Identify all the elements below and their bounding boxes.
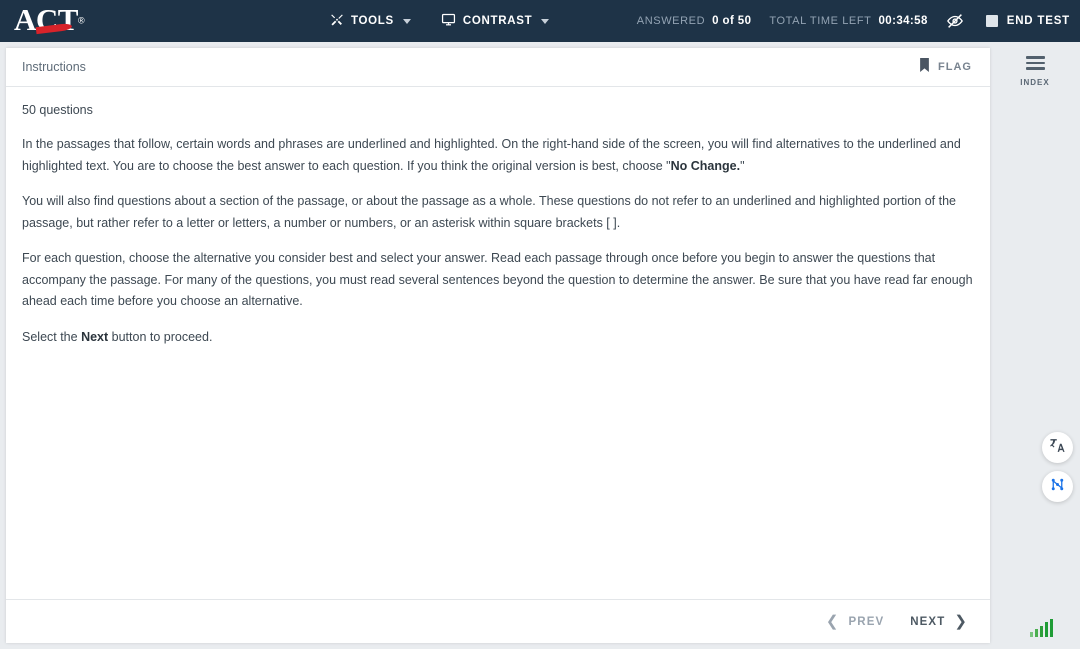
network-nodes-button[interactable] xyxy=(1042,471,1073,502)
signal-strength-icon[interactable] xyxy=(1029,619,1053,637)
instruction-paragraph-3: For each question, choose the alternativ… xyxy=(22,251,973,308)
chevron-down-icon xyxy=(541,18,550,24)
network-nodes-icon xyxy=(1049,476,1066,498)
top-header-bar: ACT® TOOLS CONTRAST ANSWERED 0 of 50 TOT… xyxy=(0,0,1080,42)
end-test-button[interactable]: END TEST xyxy=(985,15,1070,27)
time-left-label: TOTAL TIME LEFT xyxy=(769,15,872,27)
instruction-paragraph-1: In the passages that follow, certain wor… xyxy=(22,137,961,173)
flag-label: FLAG xyxy=(938,61,972,73)
eye-slash-icon[interactable] xyxy=(946,12,964,30)
time-left-value: 00:34:58 xyxy=(878,15,928,27)
contrast-menu[interactable]: CONTRAST xyxy=(441,12,550,30)
contrast-menu-label: CONTRAST xyxy=(462,15,533,27)
chevron-right-icon: ❯ xyxy=(954,613,968,630)
translate-button[interactable] xyxy=(1042,432,1073,463)
page-title: Instructions xyxy=(22,60,86,74)
header-menu-group: TOOLS CONTRAST xyxy=(330,0,550,42)
question-count: 50 questions xyxy=(22,103,93,117)
header-status-group: ANSWERED 0 of 50 TOTAL TIME LEFT 00:34:5… xyxy=(637,0,1070,42)
content-panel: Instructions FLAG 50 questions In the pa… xyxy=(6,48,990,643)
prev-label: PREV xyxy=(848,615,885,628)
translate-icon xyxy=(1049,437,1066,459)
instructions-body: 50 questions In the passages that follow… xyxy=(6,87,990,599)
monitor-icon xyxy=(441,12,456,30)
tools-icon xyxy=(330,13,344,30)
instruction-paragraph-4: Select the Next button to proceed. xyxy=(22,329,213,344)
next-label: NEXT xyxy=(910,615,946,628)
answered-label: ANSWERED xyxy=(636,15,706,27)
flag-button[interactable]: FLAG xyxy=(919,57,972,77)
bookmark-flag-icon xyxy=(919,57,930,77)
registered-mark: ® xyxy=(77,15,85,26)
hamburger-icon xyxy=(1025,56,1045,70)
instruction-paragraph-2: You will also find questions about a sec… xyxy=(22,194,956,230)
index-button[interactable]: INDEX xyxy=(990,56,1080,87)
chevron-left-icon: ❮ xyxy=(825,613,840,630)
tools-menu[interactable]: TOOLS xyxy=(330,13,411,30)
act-logo[interactable]: ACT® xyxy=(14,2,134,38)
right-sidebar: INDEX xyxy=(990,42,1080,649)
panel-header: Instructions FLAG xyxy=(6,48,990,87)
floating-button-group xyxy=(1042,432,1073,502)
index-label: INDEX xyxy=(1020,77,1050,87)
next-button[interactable]: NEXT ❯ xyxy=(910,614,968,629)
prev-button[interactable]: ❮ PREV xyxy=(826,614,884,629)
answered-value: 0 of 50 xyxy=(712,15,752,27)
chevron-down-icon xyxy=(402,18,411,24)
panel-footer-nav: ❮ PREV NEXT ❯ xyxy=(6,599,990,643)
stop-square-icon xyxy=(985,15,998,27)
end-test-label: END TEST xyxy=(1006,15,1070,27)
tools-menu-label: TOOLS xyxy=(351,15,394,27)
